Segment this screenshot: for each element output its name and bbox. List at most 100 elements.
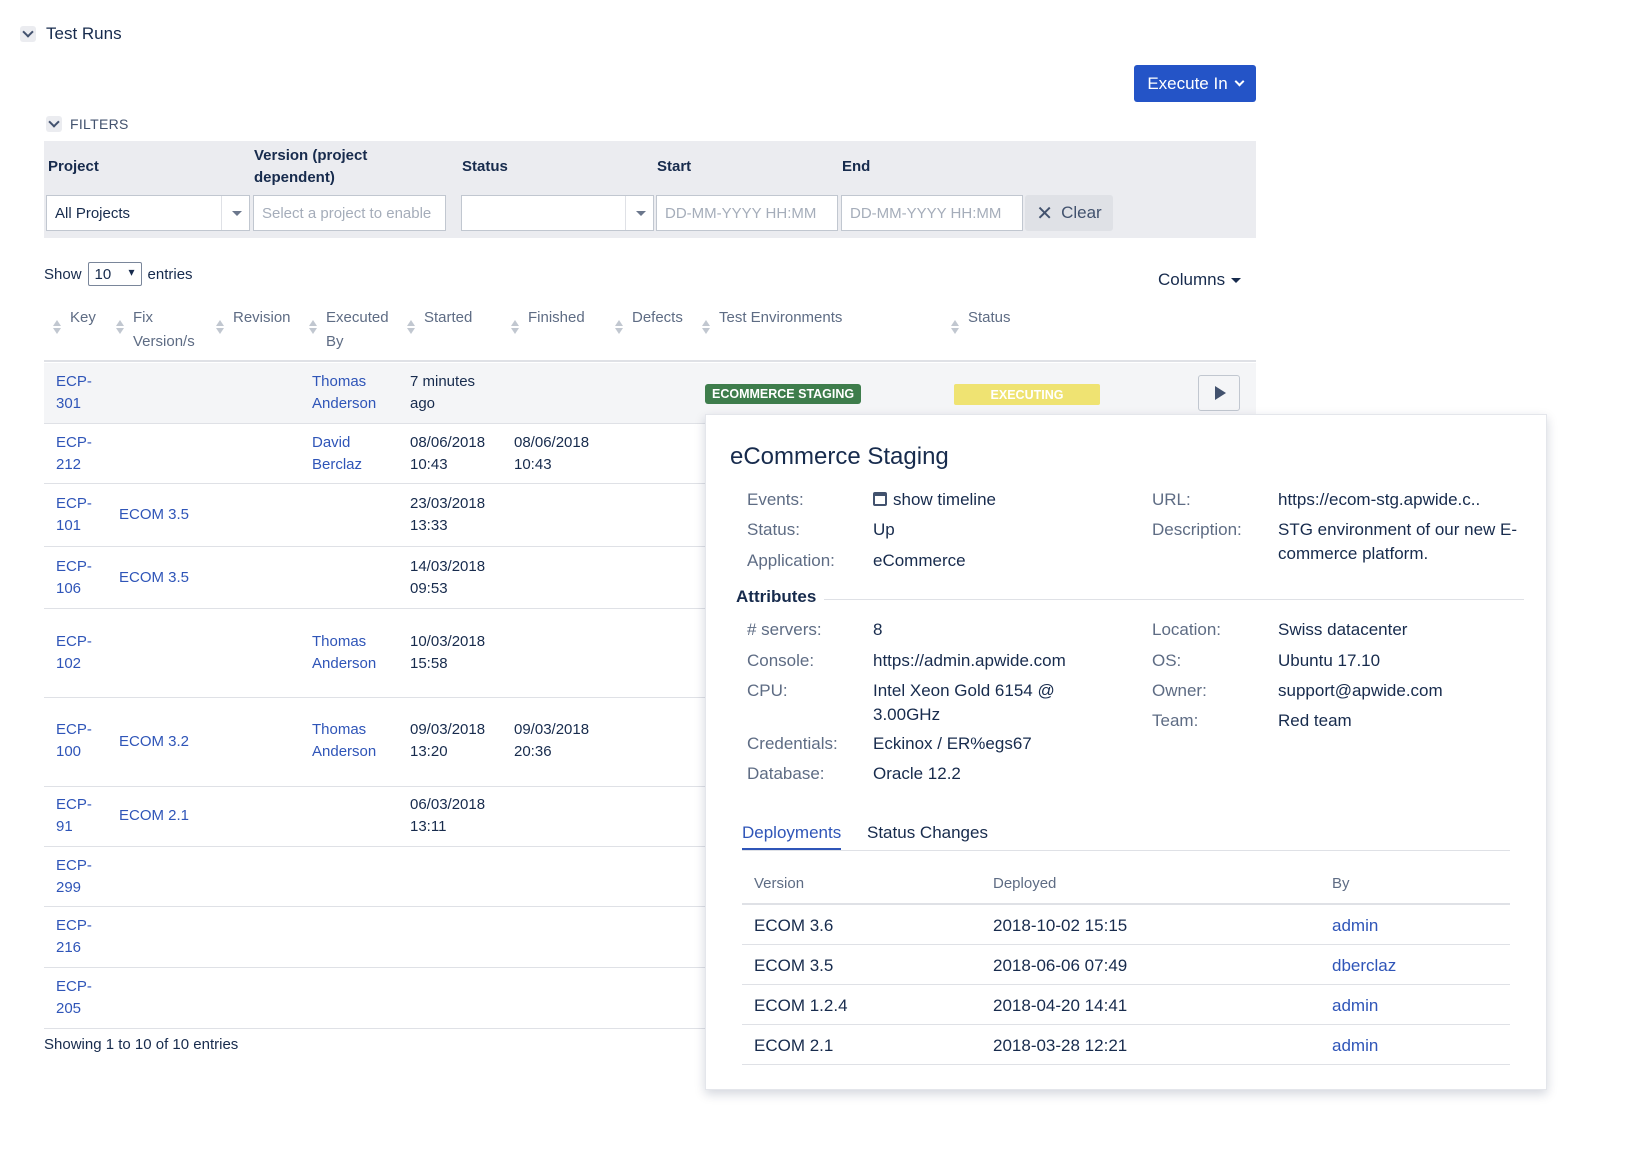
tab-status-changes[interactable]: Status Changes [867,823,988,848]
chevron-down-icon[interactable] [20,26,36,42]
deployment-user-link[interactable]: dberclaz [1332,956,1396,976]
section-title: Test Runs [46,24,122,43]
col-fix-version[interactable]: Fix Version/s [133,306,195,354]
popup-title: eCommerce Staging [730,443,949,470]
started-line1: 14/03/2018 [410,558,486,575]
owner-link[interactable]: support@apwide.com [1278,679,1443,703]
sort-icon[interactable] [702,320,711,336]
chevron-down-icon [1234,76,1245,87]
col-exec-line1: Executed [326,309,389,326]
entries-select[interactable]: 10 [87,262,142,286]
issue-key-link[interactable]: ECP- 100 [56,719,92,763]
issue-key-link[interactable]: ECP- 299 [56,855,92,899]
executed-by-line2: Anderson [312,655,377,672]
status-value: Up [873,520,895,539]
started-value: 08/06/2018 10:43 [410,432,485,476]
execute-run-button[interactable] [1198,375,1240,411]
issue-key-line2: 205 [56,1000,82,1017]
deployment-user-link[interactable]: admin [1332,1036,1378,1056]
deployment-date: 2018-03-28 12:21 [993,1036,1128,1055]
chevron-down-icon[interactable] [625,196,653,230]
issue-key-line2: 100 [56,743,82,760]
project-select[interactable]: All Projects [46,195,250,231]
chevron-down-icon [46,116,62,132]
started-value: 06/03/2018 13:11 [410,794,485,838]
col-defects[interactable]: Defects [632,306,683,330]
start-date-input[interactable]: DD-MM-YYYY HH:MM [656,195,838,231]
deployment-user-link[interactable]: admin [1332,916,1378,936]
col-test-environments[interactable]: Test Environments [719,306,842,330]
fix-version-link[interactable]: ECOM 2.1 [119,805,189,827]
issue-key-line1: ECP- [56,558,92,575]
issue-key-link[interactable]: ECP- 101 [56,493,92,537]
columns-button[interactable]: Columns [1158,270,1242,290]
version-select[interactable]: Select a project to enable [253,195,446,231]
end-date-input[interactable]: DD-MM-YYYY HH:MM [841,195,1023,231]
issue-key-line2: 212 [56,456,82,473]
sort-icon[interactable] [116,320,125,336]
url-link[interactable]: https://ecom-stg.apwide.c.. [1278,488,1480,512]
issue-key-link[interactable]: ECP- 106 [56,556,92,600]
version-select-placeholder: Select a project to enable [262,204,432,222]
fix-version-link[interactable]: ECOM 3.5 [119,567,189,589]
col-executed-by[interactable]: Executed By [326,306,389,354]
finished-value: 09/03/2018 20:36 [514,719,589,763]
issue-key-link[interactable]: ECP- 205 [56,976,92,1020]
col-finished[interactable]: Finished [528,306,585,330]
started-line2: 13:11 [410,818,447,835]
issue-key-link[interactable]: ECP- 102 [56,631,92,675]
col-version: Version [754,875,805,892]
sort-icon[interactable] [309,320,318,336]
execute-in-button[interactable]: Execute In [1134,65,1256,102]
deployment-date: 2018-04-20 14:41 [993,996,1128,1015]
tab-deployments[interactable]: Deployments [742,823,842,850]
executed-by-link[interactable]: David Berclaz [312,432,362,476]
status-filter-label: Status [462,158,508,175]
issue-key-link[interactable]: ECP- 216 [56,915,92,959]
deployment-user-link[interactable]: admin [1332,996,1378,1016]
sort-icon[interactable] [511,320,520,336]
cpu-value: Intel Xeon Gold 6154 @ 3.00GHz [873,679,1055,727]
show-timeline-link[interactable]: show timeline [873,488,996,512]
cpu-label: CPU: [747,681,788,700]
clear-button[interactable]: ✕ Clear [1025,195,1113,231]
executed-by-link[interactable]: Thomas Anderson [312,631,376,675]
sort-icon[interactable] [216,320,225,336]
deployment-date: 2018-10-02 15:15 [993,916,1128,935]
finished-line2: 10:43 [514,456,552,473]
started-line2: 10:43 [410,456,448,473]
issue-key-line2: 299 [56,879,82,896]
chevron-down-icon[interactable] [221,196,249,230]
issue-key-line2: 101 [56,517,82,534]
attributes-divider [824,599,1524,600]
started-line2: 09:53 [410,580,448,597]
executed-by-line1: Thomas [312,373,367,390]
console-link[interactable]: https://admin.apwide.com [873,649,1066,673]
table-header: Key Fix Version/s Revision Executed By S… [44,300,1256,362]
environment-badge[interactable]: ECOMMERCE STAGING [705,384,862,404]
executed-by-link[interactable]: Thomas Anderson [312,719,376,763]
sort-icon[interactable] [615,320,624,336]
fix-version-link[interactable]: ECOM 3.5 [119,504,189,526]
executed-by-link[interactable]: Thomas Anderson [312,371,376,415]
filters-toggle[interactable]: FILTERS [46,116,129,132]
description-label: Description: [1152,520,1242,539]
console-label: Console: [747,651,815,670]
col-key[interactable]: Key [70,306,96,330]
col-started[interactable]: Started [424,306,472,330]
fix-version-link[interactable]: ECOM 3.2 [119,731,189,753]
sort-icon[interactable] [951,320,960,336]
issue-key-link[interactable]: ECP- 91 [56,794,92,838]
location-value: Swiss datacenter [1278,620,1408,639]
sort-icon[interactable] [407,320,416,336]
status-badge: EXECUTING [954,384,1100,405]
issue-key-link[interactable]: ECP- 301 [56,371,92,415]
test-runs-header[interactable]: Test Runs [20,24,122,44]
status-select[interactable] [461,195,654,231]
issue-key-link[interactable]: ECP- 212 [56,432,92,476]
sort-icon[interactable] [53,320,62,336]
col-revision[interactable]: Revision [233,306,291,330]
owner-label: Owner: [1152,681,1207,700]
issue-key-line1: ECP- [56,434,92,451]
col-status[interactable]: Status [968,306,1011,330]
